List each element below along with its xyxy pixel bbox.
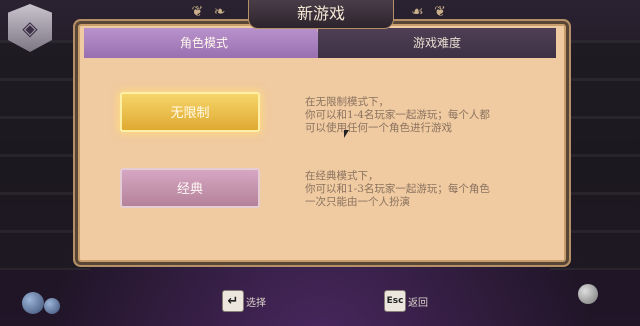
potion-bottle-icon bbox=[44, 298, 60, 314]
unlimited-mode-description: 在无限制模式下， 你可以和1-4名玩家一起游玩；每个人都 可以使用任何一个角色进… bbox=[305, 96, 490, 134]
back-label[interactable]: 返回 bbox=[408, 294, 428, 309]
new-game-panel bbox=[78, 24, 566, 262]
classic-mode-button[interactable]: 经典 bbox=[120, 168, 260, 208]
classic-mode-description: 在经典模式下， 你可以和1-3名玩家一起游玩；每个角色 一次只能由一个人扮演 bbox=[305, 170, 490, 208]
tab-character-mode[interactable]: 角色模式 bbox=[84, 28, 324, 58]
ornament-left-icon: ❦ ❧ bbox=[191, 4, 229, 20]
page-title: 新游戏 bbox=[248, 0, 394, 29]
skull-icon bbox=[578, 284, 598, 304]
tab-game-difficulty[interactable]: 游戏难度 bbox=[318, 28, 556, 58]
mouse-cursor-icon bbox=[344, 130, 349, 138]
enter-key-icon[interactable]: ↵ bbox=[222, 290, 244, 312]
ornament-right-icon: ☙ ❦ bbox=[411, 4, 449, 20]
esc-key-icon[interactable]: Esc bbox=[384, 290, 406, 312]
select-label[interactable]: 选择 bbox=[246, 294, 266, 309]
bookshelf-left bbox=[0, 40, 90, 270]
unlimited-mode-button[interactable]: 无限制 bbox=[120, 92, 260, 132]
potion-bottle-icon bbox=[22, 292, 44, 314]
